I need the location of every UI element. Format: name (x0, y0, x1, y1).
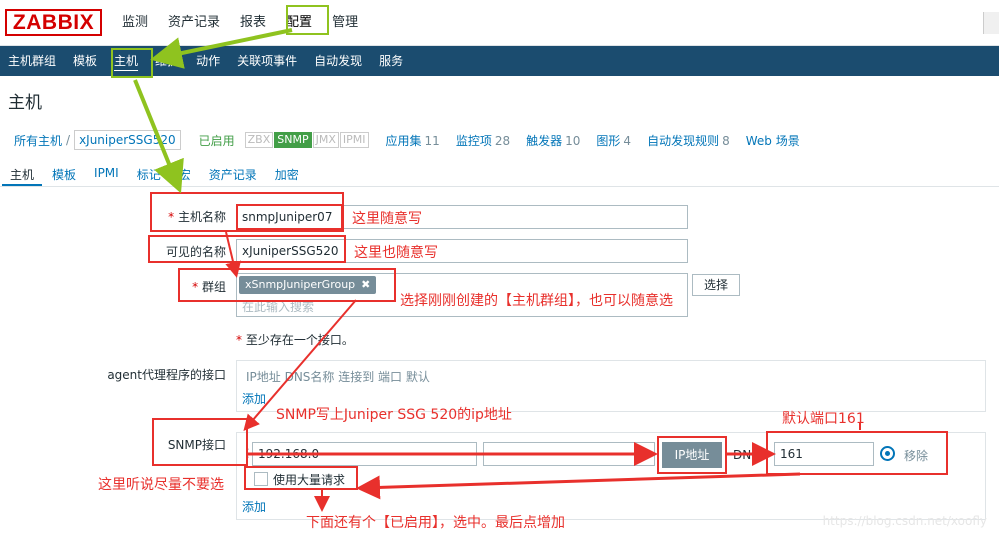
agent-interfaces-label: agent代理程序的接口 (107, 368, 226, 382)
annotation-box-snmp (152, 418, 248, 466)
annotation-text-6: 这里听说尽量不要选 (98, 477, 224, 493)
annotation-text-3: 选择刚刚创建的【主机群组】，也可以随意选 (400, 293, 673, 309)
annotation-box-port (766, 431, 948, 475)
avail-ipmi: IPMI (339, 132, 369, 148)
annotation-box-hostname-value (236, 204, 343, 230)
host-breadcrumb: 所有主机 / xJuniperSSG520 已启用 ZBX SNMP JMX I… (0, 126, 999, 154)
link-graphs[interactable]: 图形 4 (596, 132, 631, 149)
tab-ipmi[interactable]: IPMI (86, 160, 127, 186)
menu-monitoring[interactable]: 监测 (112, 0, 158, 46)
breadcrumb-host[interactable]: xJuniperSSG520 (74, 130, 181, 150)
annotation-box-config (286, 5, 329, 35)
link-applications[interactable]: 应用集 11 (386, 132, 440, 149)
submenu-services[interactable]: 服务 (371, 46, 412, 76)
avail-zbx: ZBX (244, 132, 274, 148)
submenu-maintenance[interactable]: 维护 (147, 46, 188, 76)
host-tabs: 主机 模板 IPMI 标记 宏 资产记录 加密 (0, 160, 999, 187)
submenu-discovery[interactable]: 自动发现 (306, 46, 371, 76)
snmp-dns-input[interactable] (483, 442, 655, 466)
submenu-templates[interactable]: 模板 (65, 46, 106, 76)
select-button[interactable]: 选择 (692, 274, 740, 296)
menu-reports[interactable]: 报表 (230, 0, 276, 46)
avail-snmp: SNMP (274, 132, 312, 148)
status-badge[interactable]: 已启用 (199, 132, 235, 149)
zabbix-logo[interactable]: ZABBIX (5, 9, 102, 36)
tab-encryption[interactable]: 加密 (267, 160, 307, 186)
menu-inventory[interactable]: 资产记录 (158, 0, 230, 46)
link-discovery-rules[interactable]: 自动发现规则 8 (647, 132, 730, 149)
annotation-box-hosts (111, 48, 153, 78)
interface-headers: IP地址 DNS名称 连接到 端口 默认 (246, 370, 430, 384)
link-web-scenarios[interactable]: Web 场景 (746, 132, 800, 149)
annotation-text-4: SNMP写上Juniper SSG 520的ip地址 (276, 407, 512, 423)
link-triggers[interactable]: 触发器 10 (526, 132, 580, 149)
snmp-add-link[interactable]: 添加 (242, 498, 266, 515)
annotation-text-1: 这里随意写 (352, 211, 422, 227)
avail-jmx: JMX (312, 132, 339, 148)
availability-indicators: ZBX SNMP JMX IPMI (244, 132, 370, 148)
tab-inventory[interactable]: 资产记录 (201, 160, 265, 186)
top-header: ZABBIX 监测 资产记录 报表 配置 管理 (0, 0, 999, 46)
breadcrumb-separator: / (66, 133, 71, 147)
tab-macros[interactable]: 宏 (171, 160, 199, 186)
tab-host[interactable]: 主机 (2, 160, 43, 186)
submenu-actions[interactable]: 动作 (188, 46, 229, 76)
required-note: * 至少存在一个接口。 (236, 333, 354, 347)
agent-add-link[interactable]: 添加 (242, 390, 266, 407)
annotation-box-bulk (244, 466, 358, 490)
page-title: 主机 (8, 93, 42, 113)
annotation-text-7: 下面还有个【已启用】，选中。最后点增加 (306, 515, 565, 531)
tab-tags[interactable]: 标记 (129, 160, 169, 186)
submenu-host-groups[interactable]: 主机群组 (0, 46, 65, 76)
link-items[interactable]: 监控项 28 (456, 132, 510, 149)
annotation-box-visible-name (148, 235, 346, 263)
submenu-correlation[interactable]: 关联项事件 (229, 46, 306, 76)
breadcrumb-all-hosts[interactable]: 所有主机 (14, 132, 62, 149)
search-input[interactable] (983, 12, 999, 34)
annotation-box-ip-button (657, 436, 727, 474)
annotation-text-5: 默认端口161 (782, 411, 865, 427)
connect-dns-button[interactable]: DNS (733, 448, 759, 462)
annotation-box-groups (178, 268, 396, 302)
watermark: https://blog.csdn.net/xoofly (822, 514, 987, 528)
annotation-text-2: 这里也随意写 (354, 245, 438, 261)
snmp-ip-input[interactable]: 192.168.0 (252, 442, 477, 466)
tab-templates[interactable]: 模板 (44, 160, 84, 186)
main-menu: 监测 资产记录 报表 配置 管理 (112, 0, 368, 46)
